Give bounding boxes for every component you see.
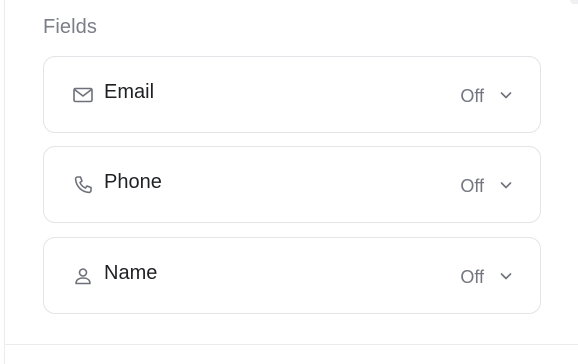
field-row-email[interactable]: Email Off — [43, 56, 541, 133]
field-label: Phone — [104, 171, 162, 193]
phone-icon — [72, 174, 94, 196]
field-value: Off — [460, 176, 484, 196]
field-label: Email — [104, 81, 155, 103]
divider — [5, 344, 578, 345]
field-value: Off — [460, 86, 484, 106]
chevron-down-icon[interactable] — [498, 268, 514, 284]
user-icon — [72, 265, 94, 287]
fields-panel: Fields Email Off Phone Off Name Off — [4, 0, 578, 364]
mail-icon — [72, 84, 94, 106]
corner-shadow — [570, 0, 578, 4]
field-label: Name — [104, 262, 158, 284]
chevron-down-icon[interactable] — [498, 177, 514, 193]
field-value: Off — [460, 267, 484, 287]
field-row-phone[interactable]: Phone Off — [43, 146, 541, 223]
section-title: Fields — [43, 16, 97, 38]
field-row-name[interactable]: Name Off — [43, 237, 541, 314]
chevron-down-icon[interactable] — [498, 87, 514, 103]
